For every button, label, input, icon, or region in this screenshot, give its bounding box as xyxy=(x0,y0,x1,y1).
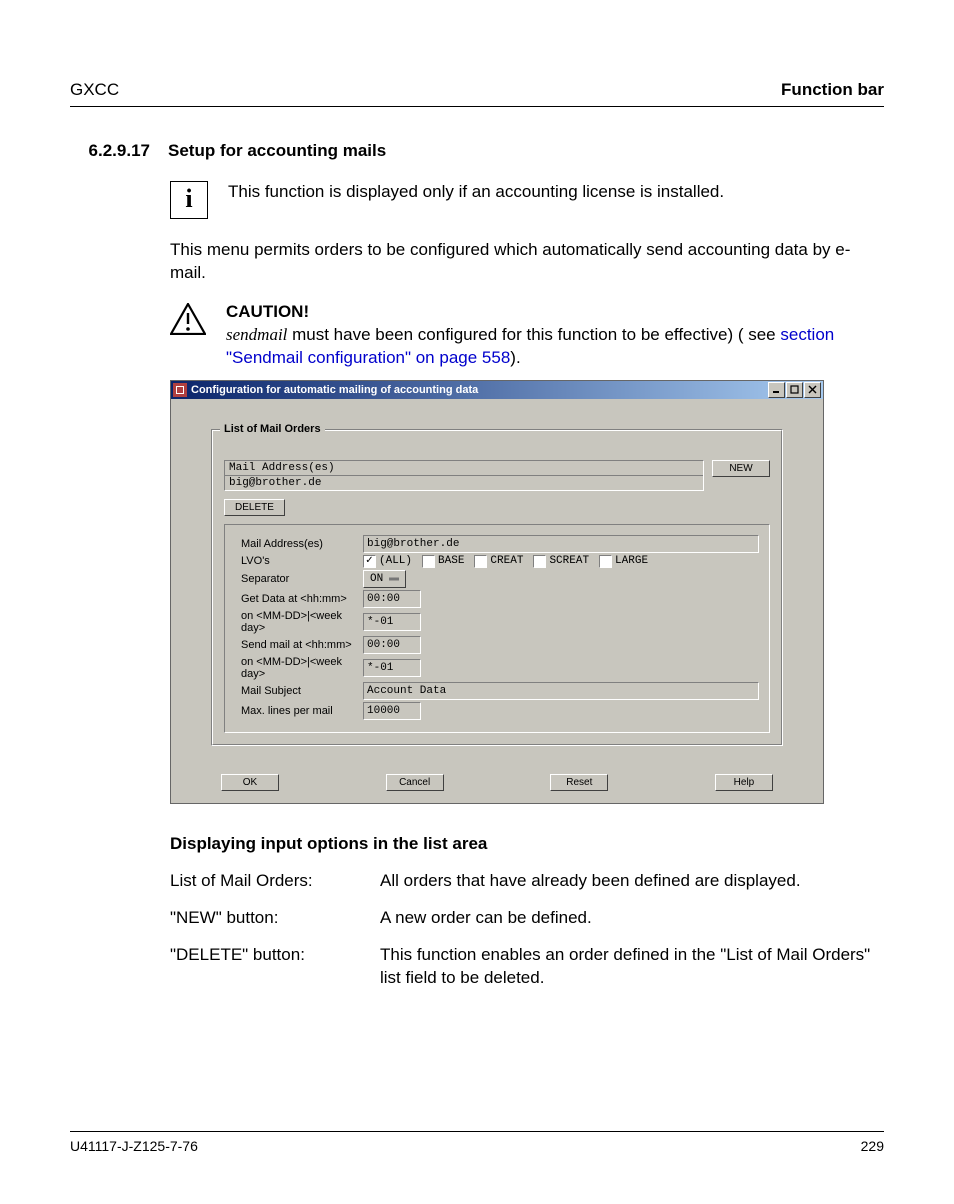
def-listorders-term: List of Mail Orders: xyxy=(170,870,380,893)
dialog-window: Configuration for automatic mailing of a… xyxy=(170,380,824,804)
cancel-button[interactable]: Cancel xyxy=(386,774,444,791)
lvo-all-checkbox[interactable]: ✓ xyxy=(363,555,376,568)
maxlines-label: Max. lines per mail xyxy=(241,705,363,717)
minimize-button[interactable] xyxy=(768,382,785,398)
get-time-label: Get Data at <hh:mm> xyxy=(241,593,363,605)
maxlines-input[interactable]: 10000 xyxy=(363,702,421,720)
def-new-def: A new order can be defined. xyxy=(380,907,884,930)
lvo-all-label: (ALL) xyxy=(379,555,412,567)
help-button[interactable]: Help xyxy=(715,774,773,791)
def-delete-def: This function enables an order defined i… xyxy=(380,944,884,990)
group-legend: List of Mail Orders xyxy=(220,423,325,435)
send-day-input[interactable]: *-01 xyxy=(363,659,421,677)
list-item[interactable]: big@brother.de xyxy=(225,476,703,490)
lvo-options: ✓(ALL) BASE CREAT SCREAT LARGE xyxy=(363,555,648,568)
lvo-large-checkbox[interactable] xyxy=(599,555,612,568)
header-rule xyxy=(70,106,884,107)
doc-header-right: Function bar xyxy=(781,80,884,100)
mail-addr-label: Mail Address(es) xyxy=(241,538,363,550)
lvo-creat-checkbox[interactable] xyxy=(474,555,487,568)
close-button[interactable] xyxy=(804,382,821,398)
delete-button[interactable]: DELETE xyxy=(224,499,285,516)
footer-rule xyxy=(70,1131,884,1132)
reset-button[interactable]: Reset xyxy=(550,774,608,791)
maximize-button[interactable] xyxy=(786,382,803,398)
caution-title: CAUTION! xyxy=(226,302,309,321)
list-header: Mail Address(es) xyxy=(225,461,703,476)
send-time-label: Send mail at <hh:mm> xyxy=(241,639,363,651)
page-number: 229 xyxy=(861,1138,884,1154)
section-number: 6.2.9.17 xyxy=(70,141,150,161)
send-day-label: on <MM-DD>|<week day> xyxy=(241,656,363,680)
get-day-label: on <MM-DD>|<week day> xyxy=(241,610,363,634)
doc-header-left: GXCC xyxy=(70,80,119,100)
lvo-base-label: BASE xyxy=(438,555,464,567)
lvo-label: LVO's xyxy=(241,555,363,567)
warning-icon xyxy=(170,303,206,335)
lvo-creat-label: CREAT xyxy=(490,555,523,567)
def-delete-term: "DELETE" button: xyxy=(170,944,380,990)
app-icon xyxy=(173,383,187,397)
caution-text-before: must have been configured for this funct… xyxy=(287,325,780,344)
section-title: Setup for accounting mails xyxy=(168,141,386,161)
lvo-base-checkbox[interactable] xyxy=(422,555,435,568)
footer-left: U41117-J-Z125-7-76 xyxy=(70,1138,198,1154)
separator-select[interactable]: ON xyxy=(363,570,406,588)
info-icon: i xyxy=(170,181,208,219)
subheading: Displaying input options in the list are… xyxy=(170,834,884,854)
separator-label: Separator xyxy=(241,573,363,585)
subject-label: Mail Subject xyxy=(241,685,363,697)
mail-orders-list[interactable]: Mail Address(es) big@brother.de xyxy=(224,460,704,491)
get-day-input[interactable]: *-01 xyxy=(363,613,421,631)
info-note: This function is displayed only if an ac… xyxy=(228,181,724,204)
caution-text-after: ). xyxy=(510,348,520,367)
lvo-large-label: LARGE xyxy=(615,555,648,567)
get-time-input[interactable]: 00:00 xyxy=(363,590,421,608)
mail-addr-input[interactable]: big@brother.de xyxy=(363,535,759,553)
lvo-screat-label: SCREAT xyxy=(549,555,589,567)
intro-paragraph: This menu permits orders to be configure… xyxy=(170,239,884,285)
ok-button[interactable]: OK xyxy=(221,774,279,791)
caution-body: CAUTION! sendmail must have been configu… xyxy=(226,301,884,370)
subject-input[interactable]: Account Data xyxy=(363,682,759,700)
def-new-term: "NEW" button: xyxy=(170,907,380,930)
send-time-input[interactable]: 00:00 xyxy=(363,636,421,654)
lvo-screat-checkbox[interactable] xyxy=(533,555,546,568)
titlebar[interactable]: Configuration for automatic mailing of a… xyxy=(171,381,823,399)
def-listorders-def: All orders that have already been define… xyxy=(380,870,884,893)
order-form: Mail Address(es) big@brother.de LVO's ✓(… xyxy=(224,524,770,733)
window-title: Configuration for automatic mailing of a… xyxy=(191,384,478,396)
mail-orders-group: List of Mail Orders Mail Address(es) big… xyxy=(211,429,783,746)
new-button[interactable]: NEW xyxy=(712,460,770,477)
caution-ital: sendmail xyxy=(226,325,287,344)
